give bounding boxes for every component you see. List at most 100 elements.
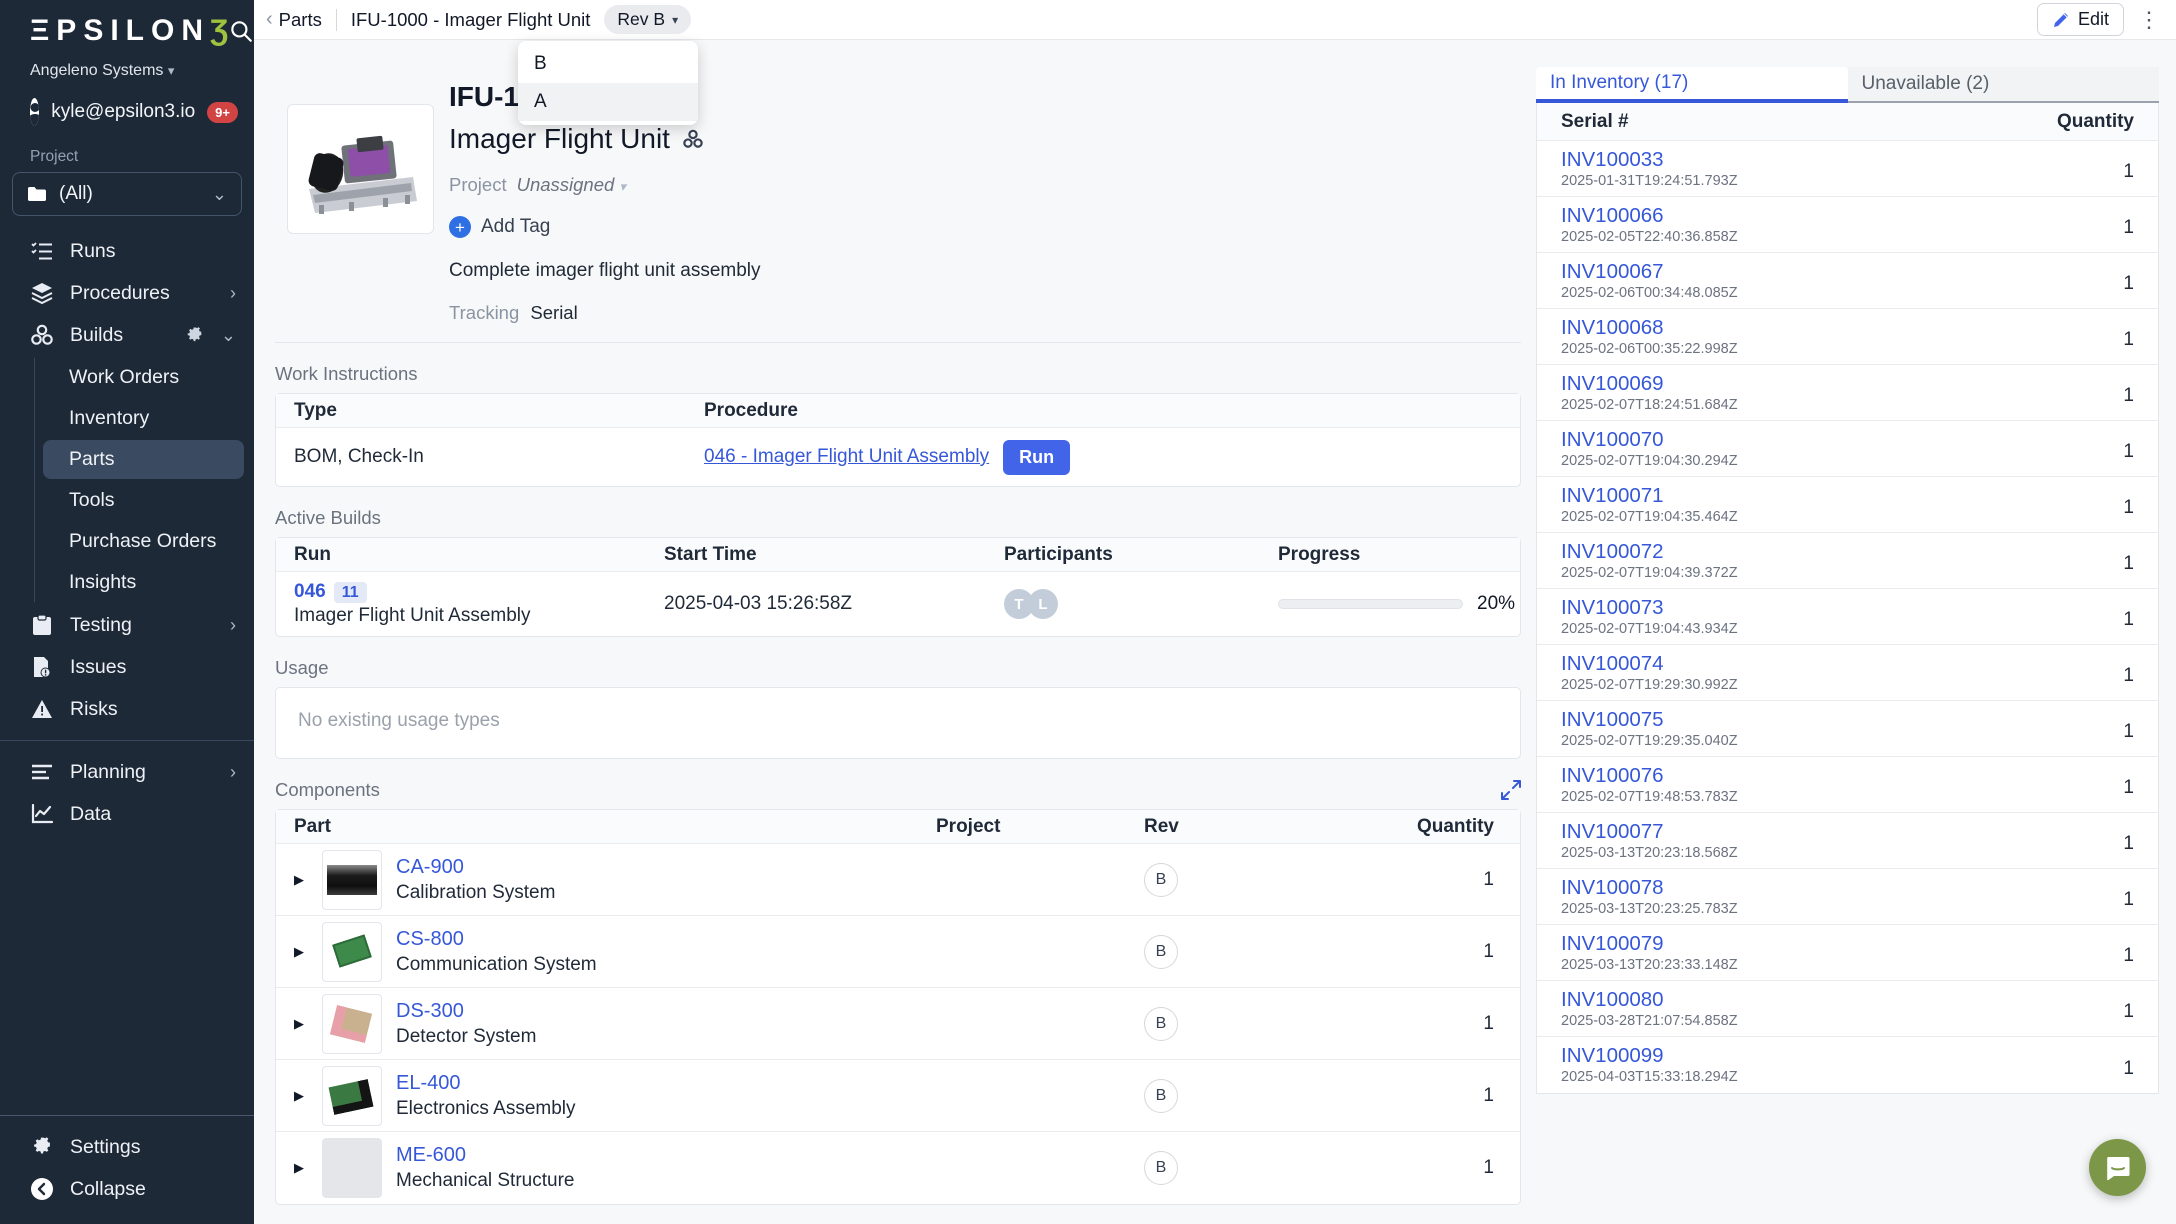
sidebar-item-testing[interactable]: Testing › — [0, 604, 254, 646]
inventory-quantity: 1 — [2123, 721, 2134, 743]
sidebar-item-procedures[interactable]: Procedures › — [0, 272, 254, 314]
project-select-value: (All) — [59, 183, 93, 205]
usage-empty-text: No existing usage types — [298, 710, 500, 731]
serial-link[interactable]: INV100066 — [1561, 204, 1664, 227]
rev-selector[interactable]: Rev B ▾ — [604, 5, 691, 34]
component-part-link[interactable]: ME-600 — [396, 1144, 466, 1166]
component-row: ▶ CA-900 Calibration System B 1 — [276, 844, 1520, 916]
run-button[interactable]: Run — [1003, 440, 1070, 475]
sidebar-item-issues[interactable]: Issues — [0, 646, 254, 688]
sidebar-item-runs[interactable]: Runs — [0, 230, 254, 272]
serial-link[interactable]: INV100075 — [1561, 708, 1664, 731]
inventory-row: INV100078 2025-03-13T20:23:25.783Z 1 — [1537, 869, 2158, 925]
testing-icon — [30, 613, 54, 637]
kebab-menu-icon[interactable]: ⋮ — [2138, 9, 2160, 31]
sidebar-sub-item[interactable]: Inventory — [43, 399, 244, 438]
tab-unavailable[interactable]: Unavailable (2) — [1848, 67, 2160, 103]
project-field-value[interactable]: Unassigned ▾ — [517, 174, 626, 196]
serial-link[interactable]: INV100067 — [1561, 260, 1664, 283]
search-icon[interactable] — [228, 18, 254, 44]
serial-link[interactable]: INV100070 — [1561, 428, 1664, 451]
sidebar-item-settings[interactable]: Settings — [0, 1126, 254, 1168]
sidebar-sub-item[interactable]: Insights — [43, 563, 244, 602]
component-part-link[interactable]: CA-900 — [396, 856, 464, 878]
sidebar-item-label: Runs — [70, 240, 236, 263]
inventory-row: INV100074 2025-02-07T19:29:30.992Z 1 — [1537, 645, 2158, 701]
logo-accent: Ʒ — [210, 14, 228, 47]
edit-button[interactable]: Edit — [2037, 3, 2124, 36]
inventory-row: INV100077 2025-03-13T20:23:18.568Z 1 — [1537, 813, 2158, 869]
component-part-name: Communication System — [396, 954, 597, 976]
caret-down-icon: ▾ — [619, 179, 626, 194]
serial-link[interactable]: INV100072 — [1561, 540, 1664, 563]
component-part-link[interactable]: EL-400 — [396, 1072, 461, 1094]
rev-option-b[interactable]: B — [518, 45, 698, 83]
row-expander-icon[interactable]: ▶ — [294, 944, 308, 960]
sidebar-sub-item[interactable]: Tools — [43, 481, 244, 520]
sidebar-item-builds[interactable]: Builds ⌄ — [0, 314, 254, 356]
row-expander-icon[interactable]: ▶ — [294, 1016, 308, 1032]
user-email: kyle@epsilon3.io — [51, 101, 195, 123]
run-number-link[interactable]: 046 — [294, 581, 326, 602]
inventory-quantity: 1 — [2123, 497, 2134, 519]
serial-link[interactable]: INV100069 — [1561, 372, 1664, 395]
sidebar-item-data[interactable]: Data — [0, 793, 254, 835]
col-header-progress: Progress — [1278, 544, 1520, 566]
builds-settings-gear-icon[interactable] — [185, 325, 205, 345]
component-quantity: 1 — [1324, 1085, 1520, 1107]
user-menu[interactable]: kyle@epsilon3.io 9+ — [30, 98, 238, 126]
serial-link[interactable]: INV100099 — [1561, 1044, 1664, 1067]
serial-link[interactable]: INV100080 — [1561, 988, 1664, 1011]
rev-selector-label: Rev B — [617, 9, 665, 30]
chat-launcher-button[interactable] — [2089, 1139, 2146, 1196]
sidebar-sub-item[interactable]: Parts — [43, 440, 244, 479]
expand-icon[interactable] — [1501, 780, 1521, 800]
org-selector[interactable]: Angeleno Systems ▾ — [30, 62, 238, 80]
component-part-link[interactable]: CS-800 — [396, 928, 464, 950]
serial-link[interactable]: INV100033 — [1561, 148, 1664, 171]
component-thumbnail — [322, 994, 382, 1054]
serial-link[interactable]: INV100077 — [1561, 820, 1664, 843]
breadcrumb-separator — [336, 9, 337, 31]
serial-link[interactable]: INV100076 — [1561, 764, 1664, 787]
component-part-name: Detector System — [396, 1026, 536, 1048]
progress-label: 20% — [1477, 593, 1515, 615]
sidebar-item-planning[interactable]: Planning › — [0, 751, 254, 793]
add-tag-button[interactable]: + Add Tag — [449, 216, 761, 238]
sidebar-item-risks[interactable]: Risks — [0, 688, 254, 730]
tab-in-inventory[interactable]: In Inventory (17) — [1536, 67, 1848, 103]
component-part-link[interactable]: DS-300 — [396, 1000, 464, 1022]
inventory-timestamp: 2025-03-13T20:23:25.783Z — [1561, 901, 1738, 917]
col-header-part: Part — [276, 816, 936, 838]
part-image[interactable] — [287, 104, 434, 234]
project-select[interactable]: (All) ⌄ — [12, 172, 242, 216]
inventory-quantity: 1 — [2123, 385, 2134, 407]
serial-link[interactable]: INV100078 — [1561, 876, 1664, 899]
inventory-quantity: 1 — [2123, 609, 2134, 631]
procedure-link[interactable]: 046 - Imager Flight Unit Assembly — [704, 446, 989, 468]
inventory-row: INV100076 2025-02-07T19:48:53.783Z 1 — [1537, 757, 2158, 813]
sidebar-item-label: Testing — [70, 614, 214, 637]
rev-option-a[interactable]: A — [518, 83, 698, 121]
row-expander-icon[interactable]: ▶ — [294, 872, 308, 888]
sidebar-collapse-button[interactable]: Collapse — [0, 1168, 254, 1210]
serial-link[interactable]: INV100074 — [1561, 652, 1664, 675]
row-expander-icon[interactable]: ▶ — [294, 1088, 308, 1104]
inventory-timestamp: 2025-03-28T21:07:54.858Z — [1561, 1013, 1738, 1029]
serial-link[interactable]: INV100073 — [1561, 596, 1664, 619]
sidebar-sub-item[interactable]: Purchase Orders — [43, 522, 244, 561]
inventory-row: INV100068 2025-02-06T00:35:22.998Z 1 — [1537, 309, 2158, 365]
breadcrumb-back[interactable]: ‹ Parts — [266, 8, 322, 31]
serial-link[interactable]: INV100068 — [1561, 316, 1664, 339]
sidebar-sub-item[interactable]: Work Orders — [43, 358, 244, 397]
inventory-timestamp: 2025-02-05T22:40:36.858Z — [1561, 229, 1738, 245]
serial-link[interactable]: INV100071 — [1561, 484, 1664, 507]
participant-avatar: L — [1028, 589, 1058, 619]
sidebar-item-label: Collapse — [70, 1178, 236, 1201]
serial-link[interactable]: INV100079 — [1561, 932, 1664, 955]
sidebar-sub-item-label: Work Orders — [69, 366, 179, 388]
sidebar-sub-item-label: Parts — [69, 448, 115, 470]
issues-icon — [30, 655, 54, 679]
component-quantity: 1 — [1324, 941, 1520, 963]
row-expander-icon[interactable]: ▶ — [294, 1160, 308, 1176]
